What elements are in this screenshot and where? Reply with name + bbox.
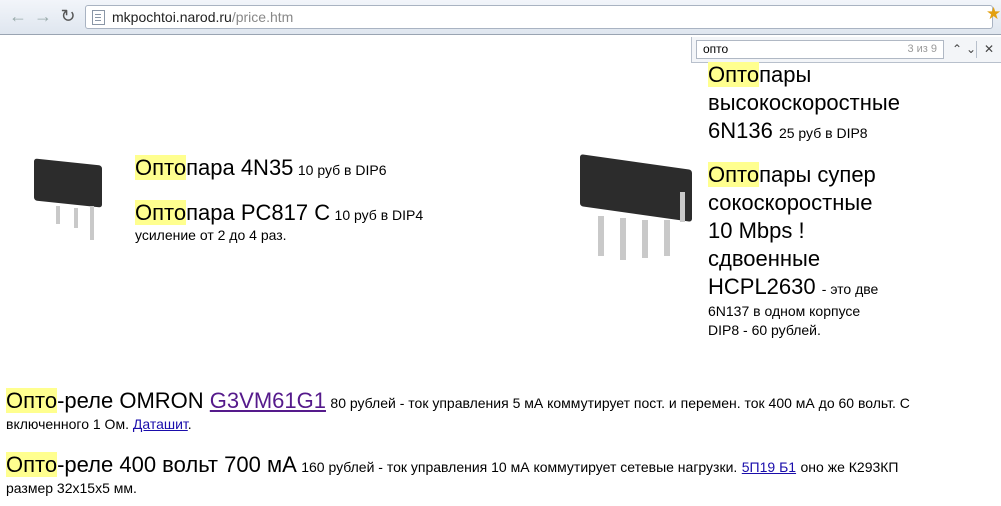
item-400v-relay-line2: размер 32x15x5 мм.	[6, 480, 137, 496]
find-match-count: 3 из 9	[907, 43, 937, 55]
back-arrow-icon[interactable]: ←	[8, 6, 28, 26]
item-6n136: Оптопары высокоскоростные 6N136 25 руб в…	[708, 62, 900, 143]
datasheet-link[interactable]: Даташит	[133, 416, 188, 432]
forward-arrow-icon[interactable]: →	[33, 6, 53, 26]
reload-icon[interactable]: ↻	[58, 6, 78, 26]
bookmark-star-icon[interactable]: ★	[986, 4, 1001, 24]
item-hcpl2630: Оптопары супер сокоскоростные 10 Mbps ! …	[708, 162, 879, 299]
optocoupler-dip8-image	[576, 152, 698, 264]
browser-toolbar: ← → ↻ mkpochtoi.narod.ru/price.htm ★	[0, 0, 1001, 35]
item-400v-relay: Опто-реле 400 вольт 700 мА 160 рублей - …	[6, 452, 899, 477]
find-bar: опто 3 из 9 ⌃ ⌄ ✕	[691, 37, 1001, 63]
find-next-icon[interactable]: ⌄	[962, 41, 980, 58]
address-bar[interactable]: mkpochtoi.narod.ru/price.htm	[85, 5, 993, 29]
page-icon	[92, 10, 105, 25]
item-4n35: Оптопара 4N35 10 руб в DIP6	[135, 155, 387, 180]
item-omron-relay: Опто-реле OMRON G3VM61G1 80 рублей - ток…	[6, 388, 910, 413]
optocoupler-dip6-image	[30, 156, 110, 246]
g3vm61g1-link[interactable]: G3VM61G1	[210, 388, 326, 413]
find-input[interactable]: опто 3 из 9	[696, 40, 944, 59]
find-query: опто	[703, 42, 729, 56]
url-text: mkpochtoi.narod.ru/price.htm	[112, 9, 294, 25]
item-omron-relay-line2: включенного 1 Ом. Даташит.	[6, 416, 192, 432]
item-hcpl2630-note: 6N137 в одном корпусе DIP8 - 60 рублей.	[708, 303, 861, 338]
item-pc817-note: усиление от 2 до 4 раз.	[135, 227, 287, 243]
find-close-icon[interactable]: ✕	[980, 41, 998, 58]
5p19b1-link[interactable]: 5П19 Б1	[742, 459, 796, 475]
